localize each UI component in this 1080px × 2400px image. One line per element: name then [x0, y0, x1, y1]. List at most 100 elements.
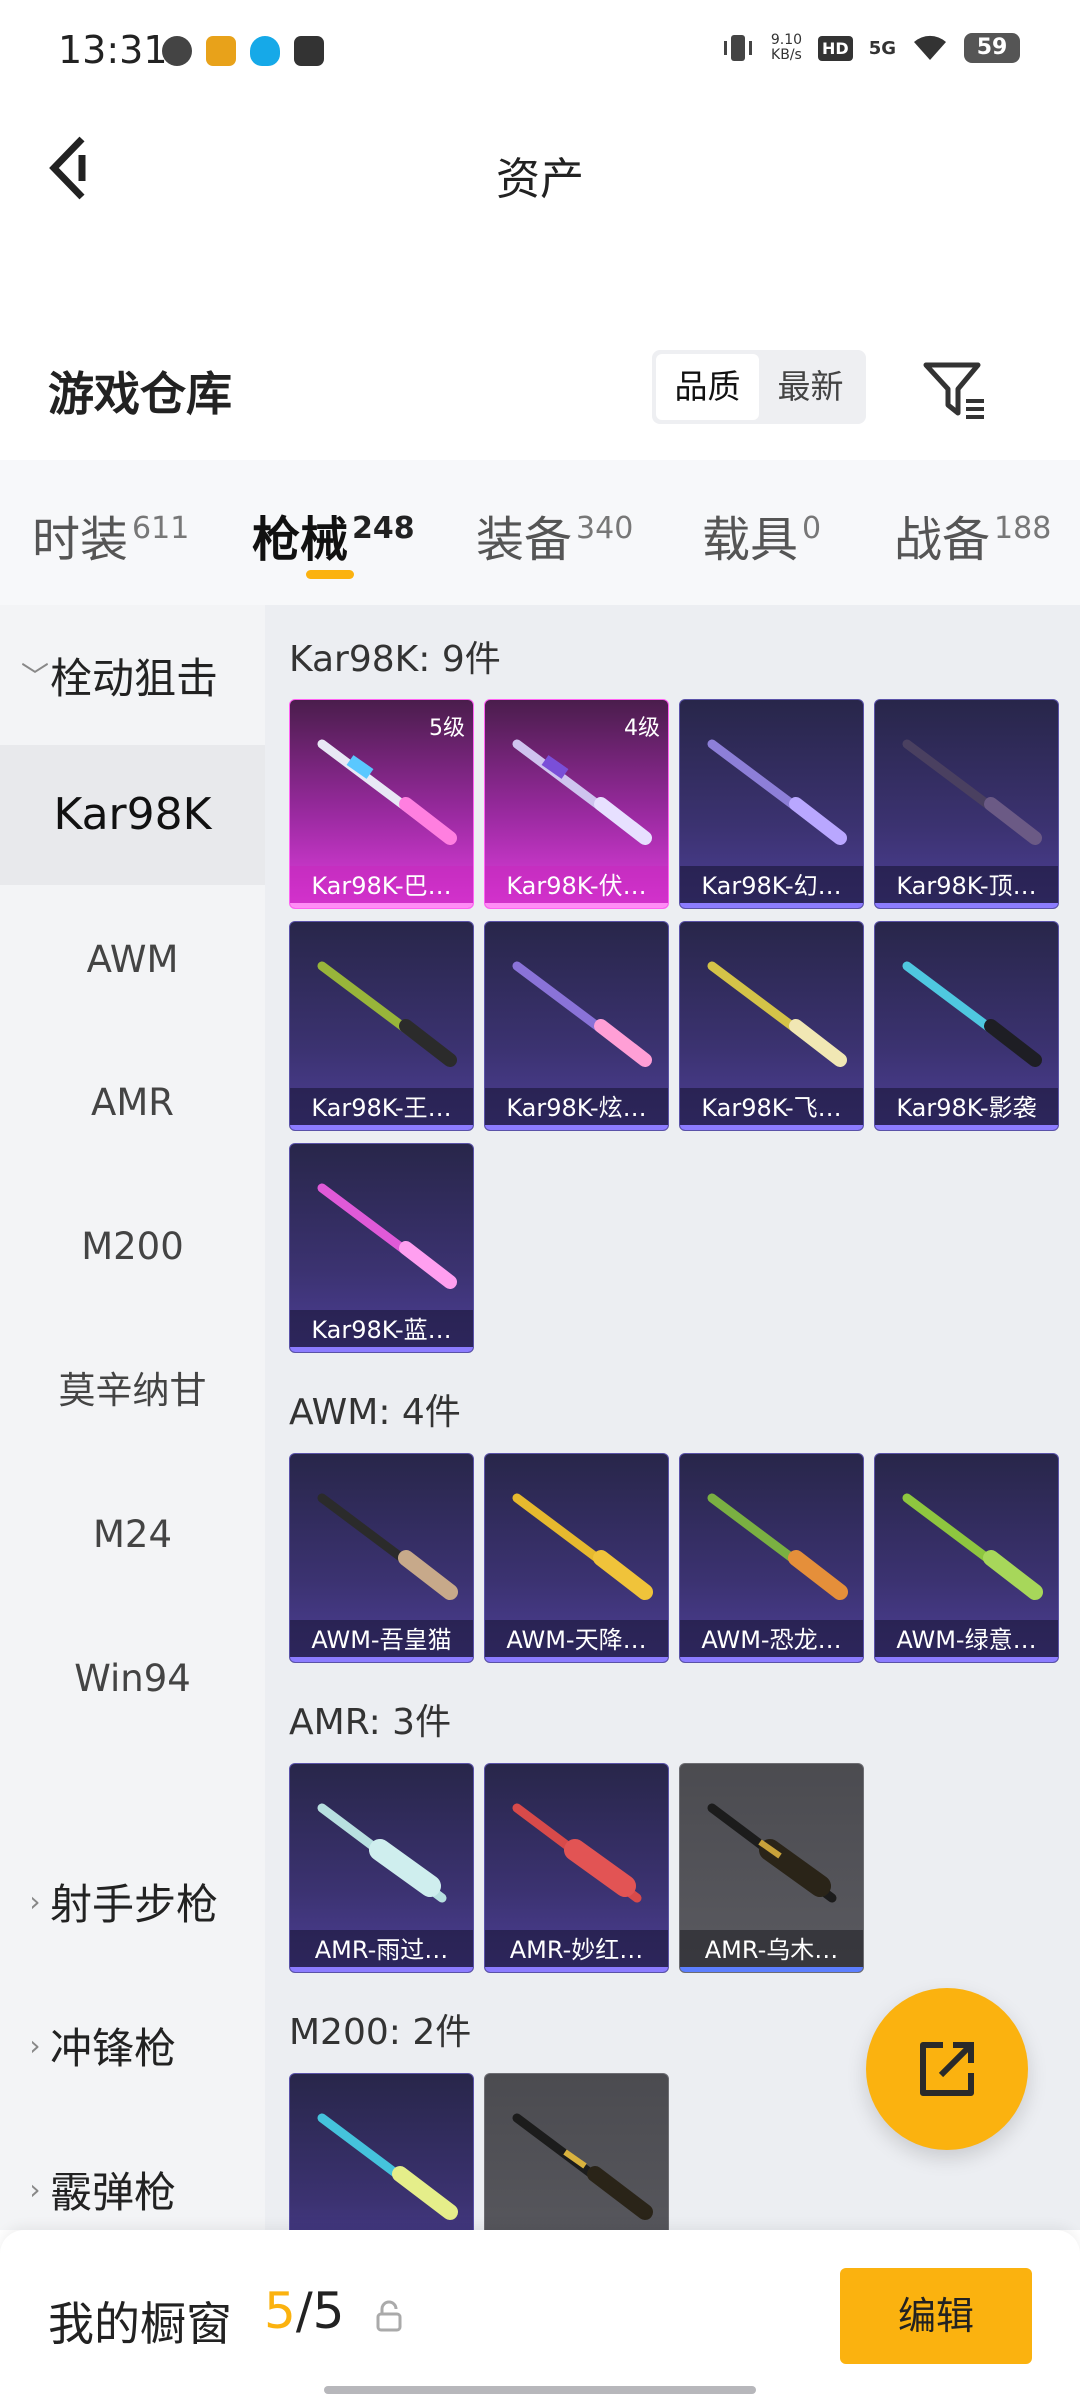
item-card[interactable]: Kar98K-飞…: [679, 921, 864, 1131]
tab-label: 装备: [476, 512, 573, 568]
sidebar-group-label: 霰弹枪: [50, 2167, 177, 2217]
rifle-icon: [317, 2113, 458, 2220]
rifle-icon: [902, 739, 1042, 845]
share-fab-button[interactable]: [866, 1988, 1028, 2150]
showcase-count: 5/5: [264, 2282, 344, 2340]
rarity-bar: [485, 1967, 668, 1972]
item-card[interactable]: 5级 Kar98K-巴…: [289, 699, 474, 909]
rifle-icon: [512, 1803, 642, 1903]
item-card[interactable]: AWM-绿意…: [874, 1453, 1059, 1663]
rifle-icon: [512, 2113, 653, 2220]
section-title: M200: 2件: [289, 2012, 472, 2053]
item-card[interactable]: Kar98K-王…: [289, 921, 474, 1131]
sort-quality-button[interactable]: 品质: [656, 354, 759, 420]
sidebar-item-m24[interactable]: M24: [0, 1465, 265, 1605]
sidebar-group-label: 射手步枪: [50, 1879, 219, 1929]
item-card[interactable]: Kar98K-顶…: [874, 699, 1059, 909]
sidebar-item-mosin[interactable]: 莫辛纳甘: [0, 1321, 265, 1461]
item-label: Kar98K-蓝…: [290, 1310, 473, 1352]
item-card[interactable]: AMR-雨过…: [289, 1763, 474, 1973]
rifle-icon: [317, 1183, 457, 1289]
sidebar-item-awm[interactable]: AWM: [0, 890, 265, 1030]
level-badge: 4级: [624, 716, 660, 741]
item-label: AWM-恐龙…: [680, 1620, 863, 1662]
item-label: Kar98K-伏…: [485, 866, 668, 908]
rifle-icon: [317, 1493, 458, 1600]
tab-count: 188: [994, 511, 1052, 546]
rarity-bar: [875, 1125, 1058, 1130]
item-label: Kar98K-炫…: [485, 1088, 668, 1130]
item-card[interactable]: AWM-吾皇猫: [289, 1453, 474, 1663]
rarity-bar: [680, 1125, 863, 1130]
tab-count: 248: [352, 511, 415, 546]
tab-guns[interactable]: 枪械 248: [252, 500, 415, 570]
notification-icons: [162, 36, 324, 66]
rifle-icon: [902, 961, 1042, 1067]
rarity-bar: [290, 1967, 473, 1972]
rarity-bar: [485, 1657, 668, 1662]
item-label: Kar98K-影袭: [875, 1088, 1058, 1130]
filter-button[interactable]: [920, 355, 990, 425]
rarity-bar: [680, 1657, 863, 1662]
warehouse-title: 游戏仓库: [48, 367, 232, 421]
item-card[interactable]: AWM-天降…: [484, 1453, 669, 1663]
item-card[interactable]: [289, 2073, 474, 2230]
item-card[interactable]: AMR-乌木…: [679, 1763, 864, 1973]
rarity-bar: [485, 903, 668, 908]
sidebar-item-win94[interactable]: Win94: [0, 1609, 265, 1749]
chevron-right-icon: ›: [29, 2028, 41, 2062]
qq-notification-icon: [250, 36, 280, 66]
tab-vehicles[interactable]: 载具 0: [702, 500, 821, 570]
tab-supplies[interactable]: 战备 188: [894, 500, 1051, 570]
sidebar-group-smg[interactable]: › 冲锋枪: [0, 1975, 265, 2115]
sidebar: ﹀ 栓动狙击 Kar98K AWM AMR M200 莫辛纳甘 M24 Win94…: [0, 605, 265, 2230]
item-card[interactable]: Kar98K-蓝…: [289, 1143, 474, 1353]
item-card[interactable]: Kar98K-影袭: [874, 921, 1059, 1131]
rifle-icon: [317, 739, 457, 845]
item-card[interactable]: [484, 2073, 669, 2230]
tab-label: 枪械: [252, 512, 349, 568]
sidebar-item-amr[interactable]: AMR: [0, 1033, 265, 1173]
rifle-icon: [707, 1803, 837, 1903]
item-card[interactable]: Kar98K-炫…: [484, 921, 669, 1131]
sort-latest-button[interactable]: 最新: [759, 354, 862, 420]
edit-button[interactable]: 编辑: [840, 2268, 1032, 2364]
sidebar-group-label: 冲锋枪: [50, 2023, 177, 2073]
vibrate-icon: [723, 35, 752, 61]
sidebar-group-marksman[interactable]: › 射手步枪: [0, 1831, 265, 1971]
tab-count: 611: [132, 511, 190, 546]
item-card[interactable]: AWM-恐龙…: [679, 1453, 864, 1663]
app-header: 资产: [0, 105, 1080, 230]
sort-toggle: 品质 最新: [652, 350, 866, 424]
rifle-icon: [707, 961, 847, 1067]
tab-fashion[interactable]: 时装 611: [32, 500, 189, 570]
rarity-bar: [680, 903, 863, 908]
rarity-bar: [875, 903, 1058, 908]
rifle-icon: [512, 739, 652, 845]
tab-count: 340: [576, 511, 634, 546]
sidebar-item-kar98k[interactable]: Kar98K: [0, 745, 265, 885]
item-card[interactable]: Kar98K-幻…: [679, 699, 864, 909]
status-time: 13:31: [58, 28, 168, 72]
rifle-icon: [707, 739, 847, 845]
rarity-bar: [485, 1125, 668, 1130]
tab-equipment[interactable]: 装备 340: [476, 500, 633, 570]
rarity-bar: [290, 1125, 473, 1130]
rarity-bar: [290, 1657, 473, 1662]
rifle-icon: [902, 1493, 1043, 1600]
item-label: Kar98K-幻…: [680, 866, 863, 908]
rifle-icon: [512, 961, 652, 1067]
net-speed-unit: KB/s: [771, 47, 802, 63]
rifle-icon: [512, 1493, 653, 1600]
sidebar-group-bolt-action[interactable]: ﹀ 栓动狙击: [0, 605, 265, 745]
active-tab-indicator: [306, 570, 354, 579]
home-indicator[interactable]: [324, 2386, 756, 2394]
item-label: AMR-雨过…: [290, 1930, 473, 1972]
sidebar-item-m200[interactable]: M200: [0, 1177, 265, 1317]
item-card[interactable]: AMR-妙红…: [484, 1763, 669, 1973]
item-card[interactable]: 4级 Kar98K-伏…: [484, 699, 669, 909]
section-title: AWM: 4件: [289, 1392, 461, 1433]
rifle-icon: [317, 1803, 447, 1903]
network-speed: 9.10 KB/s: [771, 33, 802, 63]
signal-5g: 5G: [868, 37, 896, 59]
